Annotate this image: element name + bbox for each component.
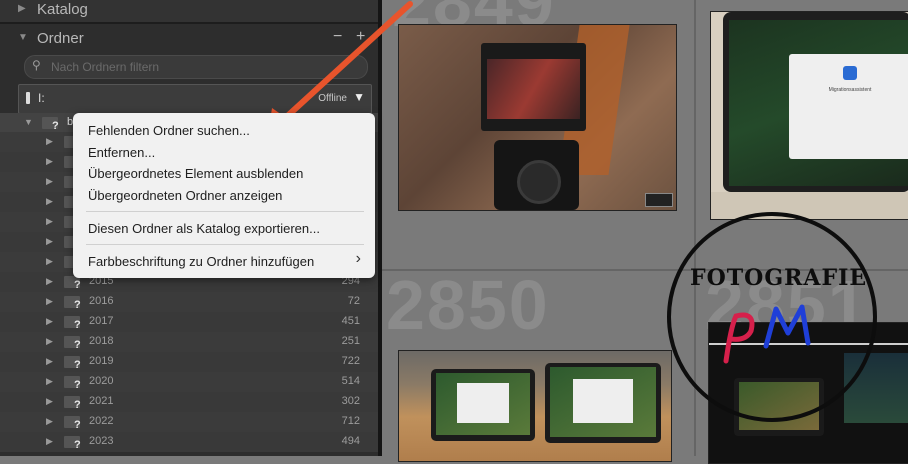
menu-separator (86, 211, 364, 212)
catalog-section-header[interactable]: ▶ Katalog (0, 0, 378, 22)
missing-folder-icon: ? (74, 339, 81, 351)
missing-folder-icon: ? (74, 439, 81, 451)
missing-folder-icon: ? (74, 319, 81, 331)
badge-icon (645, 193, 673, 207)
installer-title: Migrationsassistent (828, 87, 872, 93)
folder-count: 514 (341, 375, 360, 387)
migration-icon (843, 66, 857, 80)
menu-item-hide-parent[interactable]: Übergeordnetes Element ausblenden (88, 166, 303, 181)
add-folder-button[interactable]: + (356, 28, 365, 46)
folder-count: 712 (341, 415, 360, 427)
folder-name: 2017 (89, 315, 114, 327)
expand-triangle-icon: ▶ (46, 356, 53, 366)
missing-folder-icon: ? (52, 120, 59, 132)
photo-thumbnail[interactable] (398, 350, 672, 462)
menu-separator (86, 244, 364, 245)
submenu-arrow-icon: › (355, 250, 361, 267)
cell-number: 2850 (386, 266, 550, 344)
catalog-label: Katalog (37, 1, 88, 18)
missing-folder-icon: ? (74, 359, 81, 371)
folder-count: 722 (341, 355, 360, 367)
folder-name: 2023 (89, 435, 114, 447)
missing-folder-icon: ? (74, 299, 81, 311)
folder-row[interactable]: ▶? 2017 451 (0, 312, 378, 332)
folder-row[interactable]: ▶? 2023 494 (0, 432, 378, 452)
expand-triangle-icon: ▶ (46, 216, 53, 226)
expand-triangle-icon: ▶ (46, 136, 53, 146)
folder-search-input[interactable]: ⚲ Nach Ordnern filtern (24, 55, 368, 79)
folder-count: 251 (341, 335, 360, 347)
missing-folder-icon: ? (74, 419, 81, 431)
expand-triangle-icon: ▶ (46, 316, 53, 326)
expand-triangle-icon: ▶ (46, 156, 53, 166)
volume-name: I: (38, 91, 45, 105)
chevron-down-icon[interactable]: ▼ (353, 90, 365, 104)
folders-section-header[interactable]: ▼ Ordner − + (0, 28, 378, 50)
search-placeholder: Nach Ordnern filtern (51, 60, 160, 74)
folder-count: 72 (347, 295, 360, 307)
menu-item-add-color-label[interactable]: Farbbeschriftung zu Ordner hinzufügen (88, 254, 314, 269)
expand-triangle-icon: ▶ (18, 3, 26, 14)
expand-triangle-icon: ▶ (46, 236, 53, 246)
folder-row[interactable]: ▶? 2019 722 (0, 352, 378, 372)
folder-name: 2019 (89, 355, 114, 367)
folders-label: Ordner (37, 30, 84, 47)
expand-triangle-icon: ▶ (46, 336, 53, 346)
collapse-triangle-icon: ▼ (18, 32, 28, 43)
folder-row[interactable]: ▶? 2018 251 (0, 332, 378, 352)
panel-divider (378, 0, 382, 456)
folder-count: 451 (341, 315, 360, 327)
folder-row[interactable]: ▶? 2021 302 (0, 392, 378, 412)
folder-name: 2016 (89, 295, 114, 307)
watermark-text: FOTOGRAFIE (690, 265, 868, 291)
expand-triangle-icon: ▶ (46, 296, 53, 306)
collapse-triangle-icon: ▼ (24, 117, 33, 127)
menu-item-find-missing-folder[interactable]: Fehlenden Ordner suchen... (88, 123, 250, 138)
expand-triangle-icon: ▶ (46, 396, 53, 406)
folder-row[interactable]: ▶? 2022 712 (0, 412, 378, 432)
drive-icon (26, 92, 30, 104)
folder-row[interactable]: ▶? 2020 514 (0, 372, 378, 392)
folder-name: 2018 (89, 335, 114, 347)
watermark-circle (667, 212, 877, 422)
folder-row[interactable]: ▶? 2016 72 (0, 292, 378, 312)
expand-triangle-icon: ▶ (46, 276, 53, 286)
watermark-logo: FOTOGRAFIE (666, 211, 878, 423)
folder-name: 2022 (89, 415, 114, 427)
folder-count: 494 (341, 435, 360, 447)
volume-status: Offline (318, 93, 347, 104)
photo-thumbnail[interactable] (398, 24, 677, 211)
search-icon: ⚲ (32, 58, 41, 72)
photo-thumbnail[interactable]: Migrationsassistent (710, 11, 908, 220)
missing-folder-icon: ? (74, 399, 81, 411)
volume-bar[interactable]: I: Offline ▼ (18, 84, 372, 114)
menu-item-export-as-catalog[interactable]: Diesen Ordner als Katalog exportieren... (88, 221, 320, 236)
expand-triangle-icon: ▶ (46, 256, 53, 266)
context-menu: Fehlenden Ordner suchen... Entfernen... … (73, 113, 375, 278)
menu-item-remove[interactable]: Entfernen... (88, 145, 155, 160)
folder-name: 2020 (89, 375, 114, 387)
expand-triangle-icon: ▶ (46, 176, 53, 186)
remove-folder-button[interactable]: − (333, 28, 342, 46)
expand-triangle-icon: ▶ (46, 376, 53, 386)
folder-count: 302 (341, 395, 360, 407)
missing-folder-icon: ? (74, 379, 81, 391)
menu-item-show-parent[interactable]: Übergeordneten Ordner anzeigen (88, 188, 282, 203)
expand-triangle-icon: ▶ (46, 196, 53, 206)
expand-triangle-icon: ▶ (46, 416, 53, 426)
missing-folder-icon: ? (74, 279, 81, 291)
installer-window: Migrationsassistent (789, 54, 908, 159)
monitor-shape (481, 43, 586, 131)
expand-triangle-icon: ▶ (46, 436, 53, 446)
folder-name: 2021 (89, 395, 114, 407)
